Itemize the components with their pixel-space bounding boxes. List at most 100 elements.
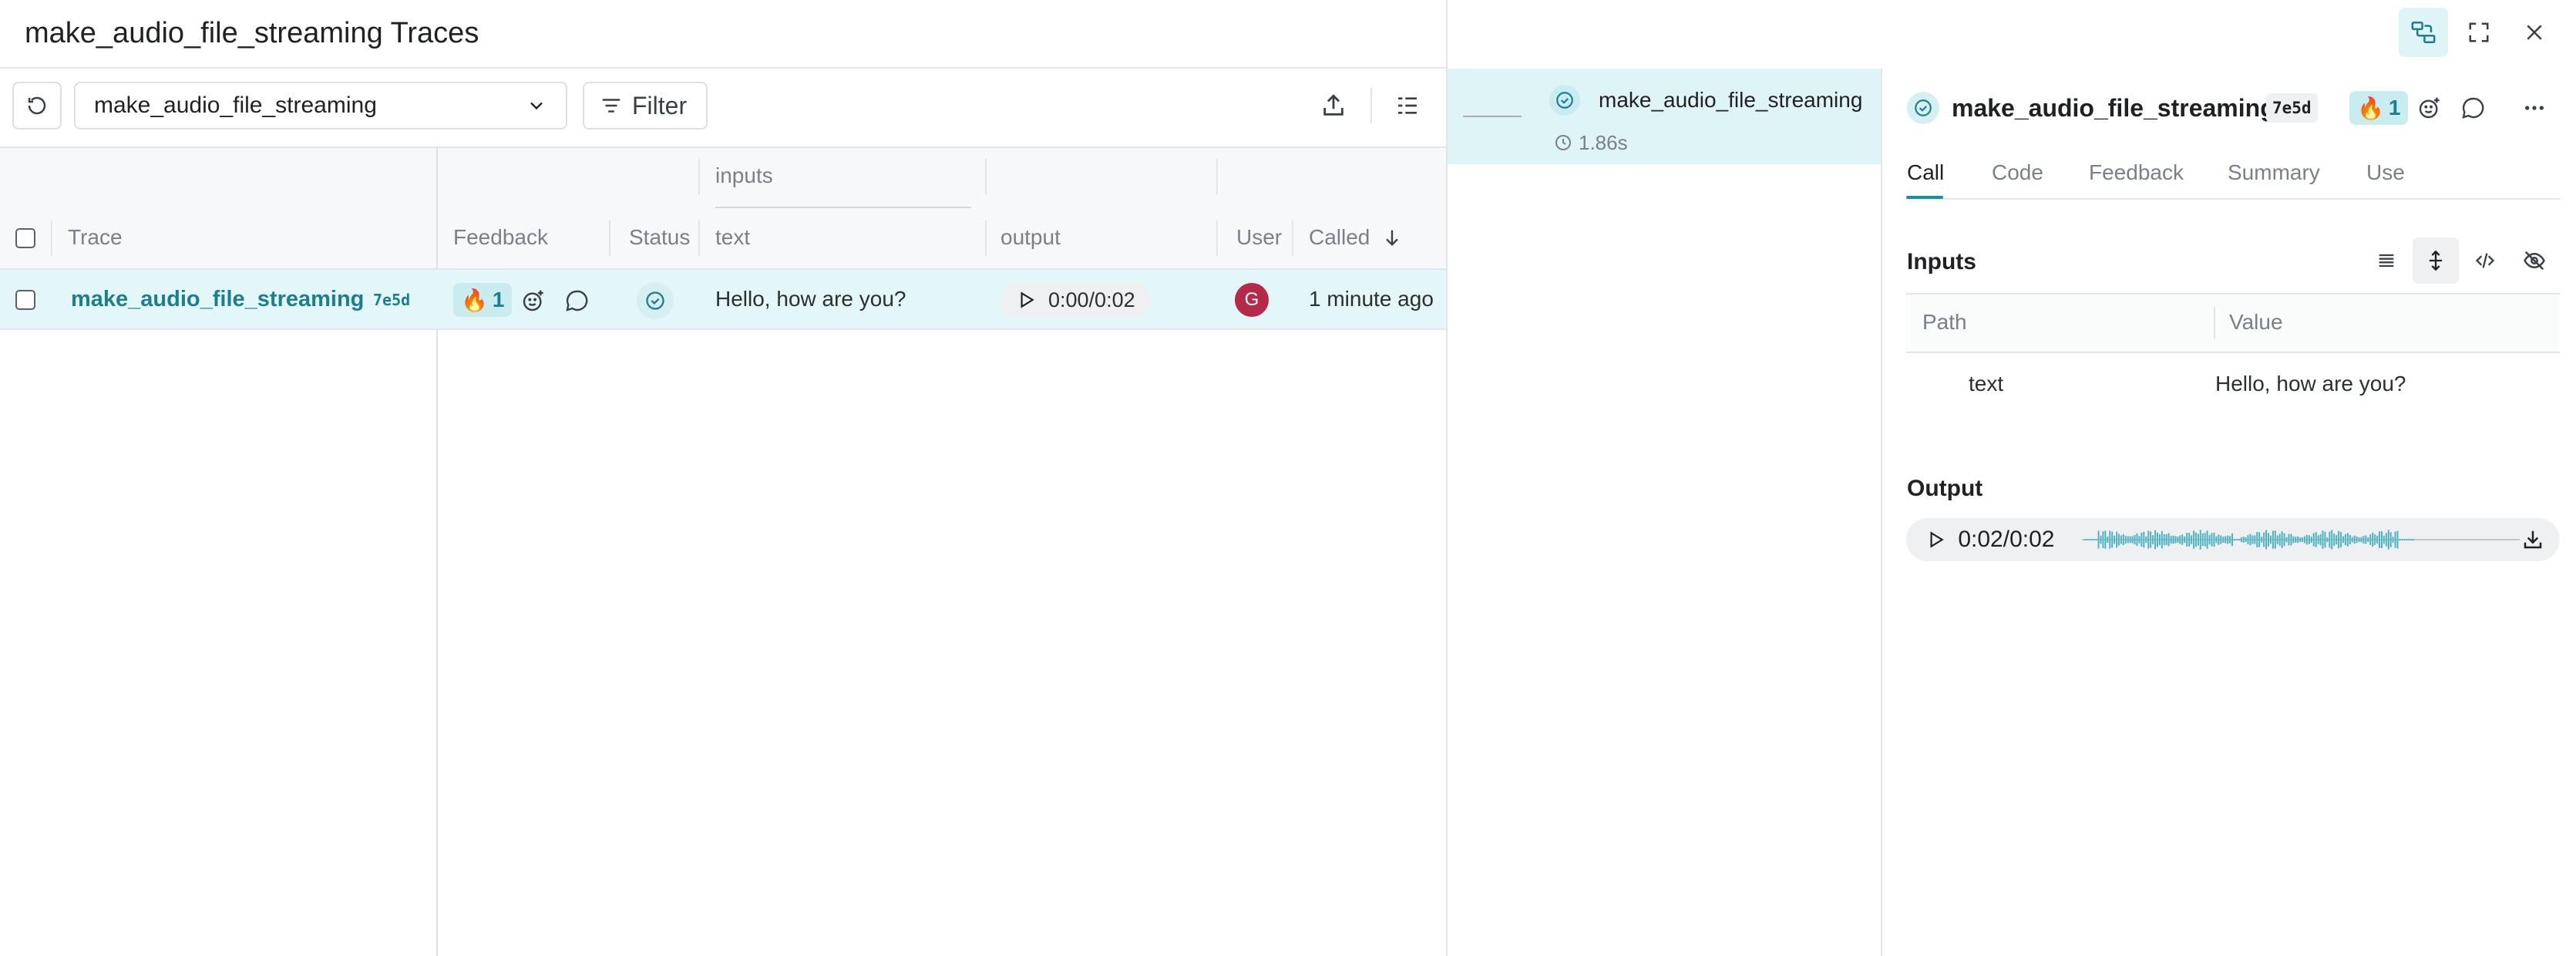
output-title: Output: [1907, 476, 1983, 501]
add-note-button[interactable]: [2457, 93, 2488, 123]
view-select-value: make_audio_file_streaming: [94, 93, 377, 118]
hide-button[interactable]: [2511, 237, 2558, 284]
header-divider: [0, 67, 1446, 69]
play-button[interactable]: [1923, 527, 1947, 552]
tabs-divider: [1906, 198, 2560, 200]
column-separator: [1292, 220, 1293, 256]
input-text-cell: Hello, how are you?: [715, 287, 906, 311]
output-audio-player[interactable]: 0:02/0:02: [1906, 518, 2560, 561]
avatar[interactable]: G: [1235, 283, 1269, 317]
column-header-text[interactable]: text: [715, 224, 750, 251]
column-separator: [1216, 220, 1218, 256]
duration-bar: [1463, 116, 1522, 117]
call-status-icon: [1907, 92, 1939, 124]
expand-rows-button[interactable]: [2413, 237, 2459, 284]
feedback-reaction-badge[interactable]: 🔥 1: [453, 283, 513, 317]
reaction-count: 1: [2388, 96, 2401, 120]
row-checkbox[interactable]: [15, 290, 35, 310]
trace-hash: 7e5d: [373, 291, 411, 309]
column-separator: [609, 220, 610, 256]
expand-vertical-icon: [2429, 250, 2443, 271]
select-all-checkbox[interactable]: [15, 228, 35, 248]
column-header-status[interactable]: Status: [629, 224, 690, 251]
close-icon: [2527, 25, 2542, 40]
column-header-output[interactable]: output: [1000, 224, 1061, 251]
add-reaction-button[interactable]: [518, 285, 549, 316]
tree-node-duration: 1.86s: [1579, 131, 1628, 154]
check-circle-icon: [646, 291, 664, 310]
emoji-add-icon: [2419, 97, 2440, 119]
page-title: make_audio_file_streaming Traces: [25, 17, 479, 49]
audio-time: 0:02/0:02: [1958, 527, 2055, 552]
trace-tree-toggle-button[interactable]: [2399, 8, 2448, 57]
call-hash: 7e5d: [2266, 93, 2318, 123]
close-button[interactable]: [2510, 8, 2559, 57]
download-button[interactable]: [2521, 527, 2546, 553]
check-circle-icon: [1915, 99, 1932, 116]
column-separator: [985, 220, 987, 256]
expand-icon: [2469, 22, 2489, 42]
comment-icon: [566, 290, 588, 311]
add-note-button[interactable]: [561, 285, 592, 316]
filter-label: Filter: [632, 91, 688, 120]
column-separator: [698, 220, 700, 256]
manage-columns-button[interactable]: [1384, 82, 1431, 130]
column-header-called[interactable]: Called: [1309, 224, 1370, 251]
called-time-cell: 1 minute ago: [1309, 287, 1434, 311]
clock-icon: [1552, 132, 1574, 153]
export-button[interactable]: [1310, 82, 1357, 130]
output-audio-player[interactable]: 0:00/0:02: [1000, 283, 1151, 317]
play-icon[interactable]: [1016, 290, 1036, 310]
columns-icon: [1398, 97, 1417, 114]
trace-name-link[interactable]: make_audio_file_streaming: [71, 284, 364, 315]
download-icon: [2524, 530, 2542, 549]
call-title: make_audio_file_streaming: [1952, 94, 2275, 122]
column-separator: [1216, 159, 1218, 194]
fullscreen-button[interactable]: [2454, 8, 2504, 57]
view-select[interactable]: make_audio_file_streaming: [74, 82, 567, 130]
list-icon: [2379, 254, 2394, 268]
node-status-icon: [1549, 85, 1580, 116]
column-separator: [698, 159, 700, 194]
add-reaction-button[interactable]: [2414, 93, 2445, 123]
toolbar-separator: [1370, 88, 1372, 123]
inputs-title: Inputs: [1907, 249, 1976, 274]
column-separator: [2214, 307, 2215, 339]
value-header: Value: [2229, 310, 2283, 334]
column-header-user[interactable]: User: [1236, 224, 1282, 251]
call-reaction-badge[interactable]: 🔥 1: [2349, 91, 2409, 125]
emoji-add-icon: [523, 290, 543, 311]
detail-divider: [1881, 69, 1882, 956]
group-header-underline: [715, 207, 971, 208]
sort-desc-icon[interactable]: [1380, 225, 1404, 250]
check-circle-icon: [1556, 92, 1573, 109]
trace-tree-icon: [2411, 21, 2436, 44]
column-header-feedback[interactable]: Feedback: [453, 224, 548, 251]
fire-emoji: 🔥: [461, 288, 488, 312]
audio-waveform[interactable]: [2082, 524, 2521, 555]
more-horizontal-icon: [2525, 106, 2544, 110]
code-view-button[interactable]: [2462, 237, 2508, 284]
tab-feedback[interactable]: Feedback: [2089, 159, 2184, 187]
tab-summary[interactable]: Summary: [2228, 159, 2320, 187]
reaction-count: 1: [492, 288, 505, 311]
eye-off-icon: [2524, 251, 2545, 271]
tab-use[interactable]: Use: [2366, 159, 2405, 187]
refresh-button[interactable]: [12, 82, 62, 130]
status-success-badge: [637, 282, 674, 319]
tab-call[interactable]: Call: [1907, 159, 1944, 187]
column-header-trace[interactable]: Trace: [68, 224, 123, 251]
filter-button[interactable]: Filter: [583, 82, 708, 130]
list-view-button[interactable]: [2363, 237, 2410, 284]
column-separator: [51, 220, 52, 256]
refresh-icon: [28, 96, 46, 115]
group-header-inputs: inputs: [715, 163, 773, 187]
tree-node-name: make_audio_file_streaming: [1599, 88, 1863, 112]
filter-icon: [602, 99, 620, 113]
upload-icon: [1323, 94, 1343, 116]
input-value: Hello, how are you?: [2215, 372, 2406, 396]
column-separator: [985, 159, 987, 194]
more-options-button[interactable]: [2517, 93, 2551, 123]
tab-code[interactable]: Code: [1992, 159, 2043, 187]
pinned-column-divider: [436, 146, 438, 956]
